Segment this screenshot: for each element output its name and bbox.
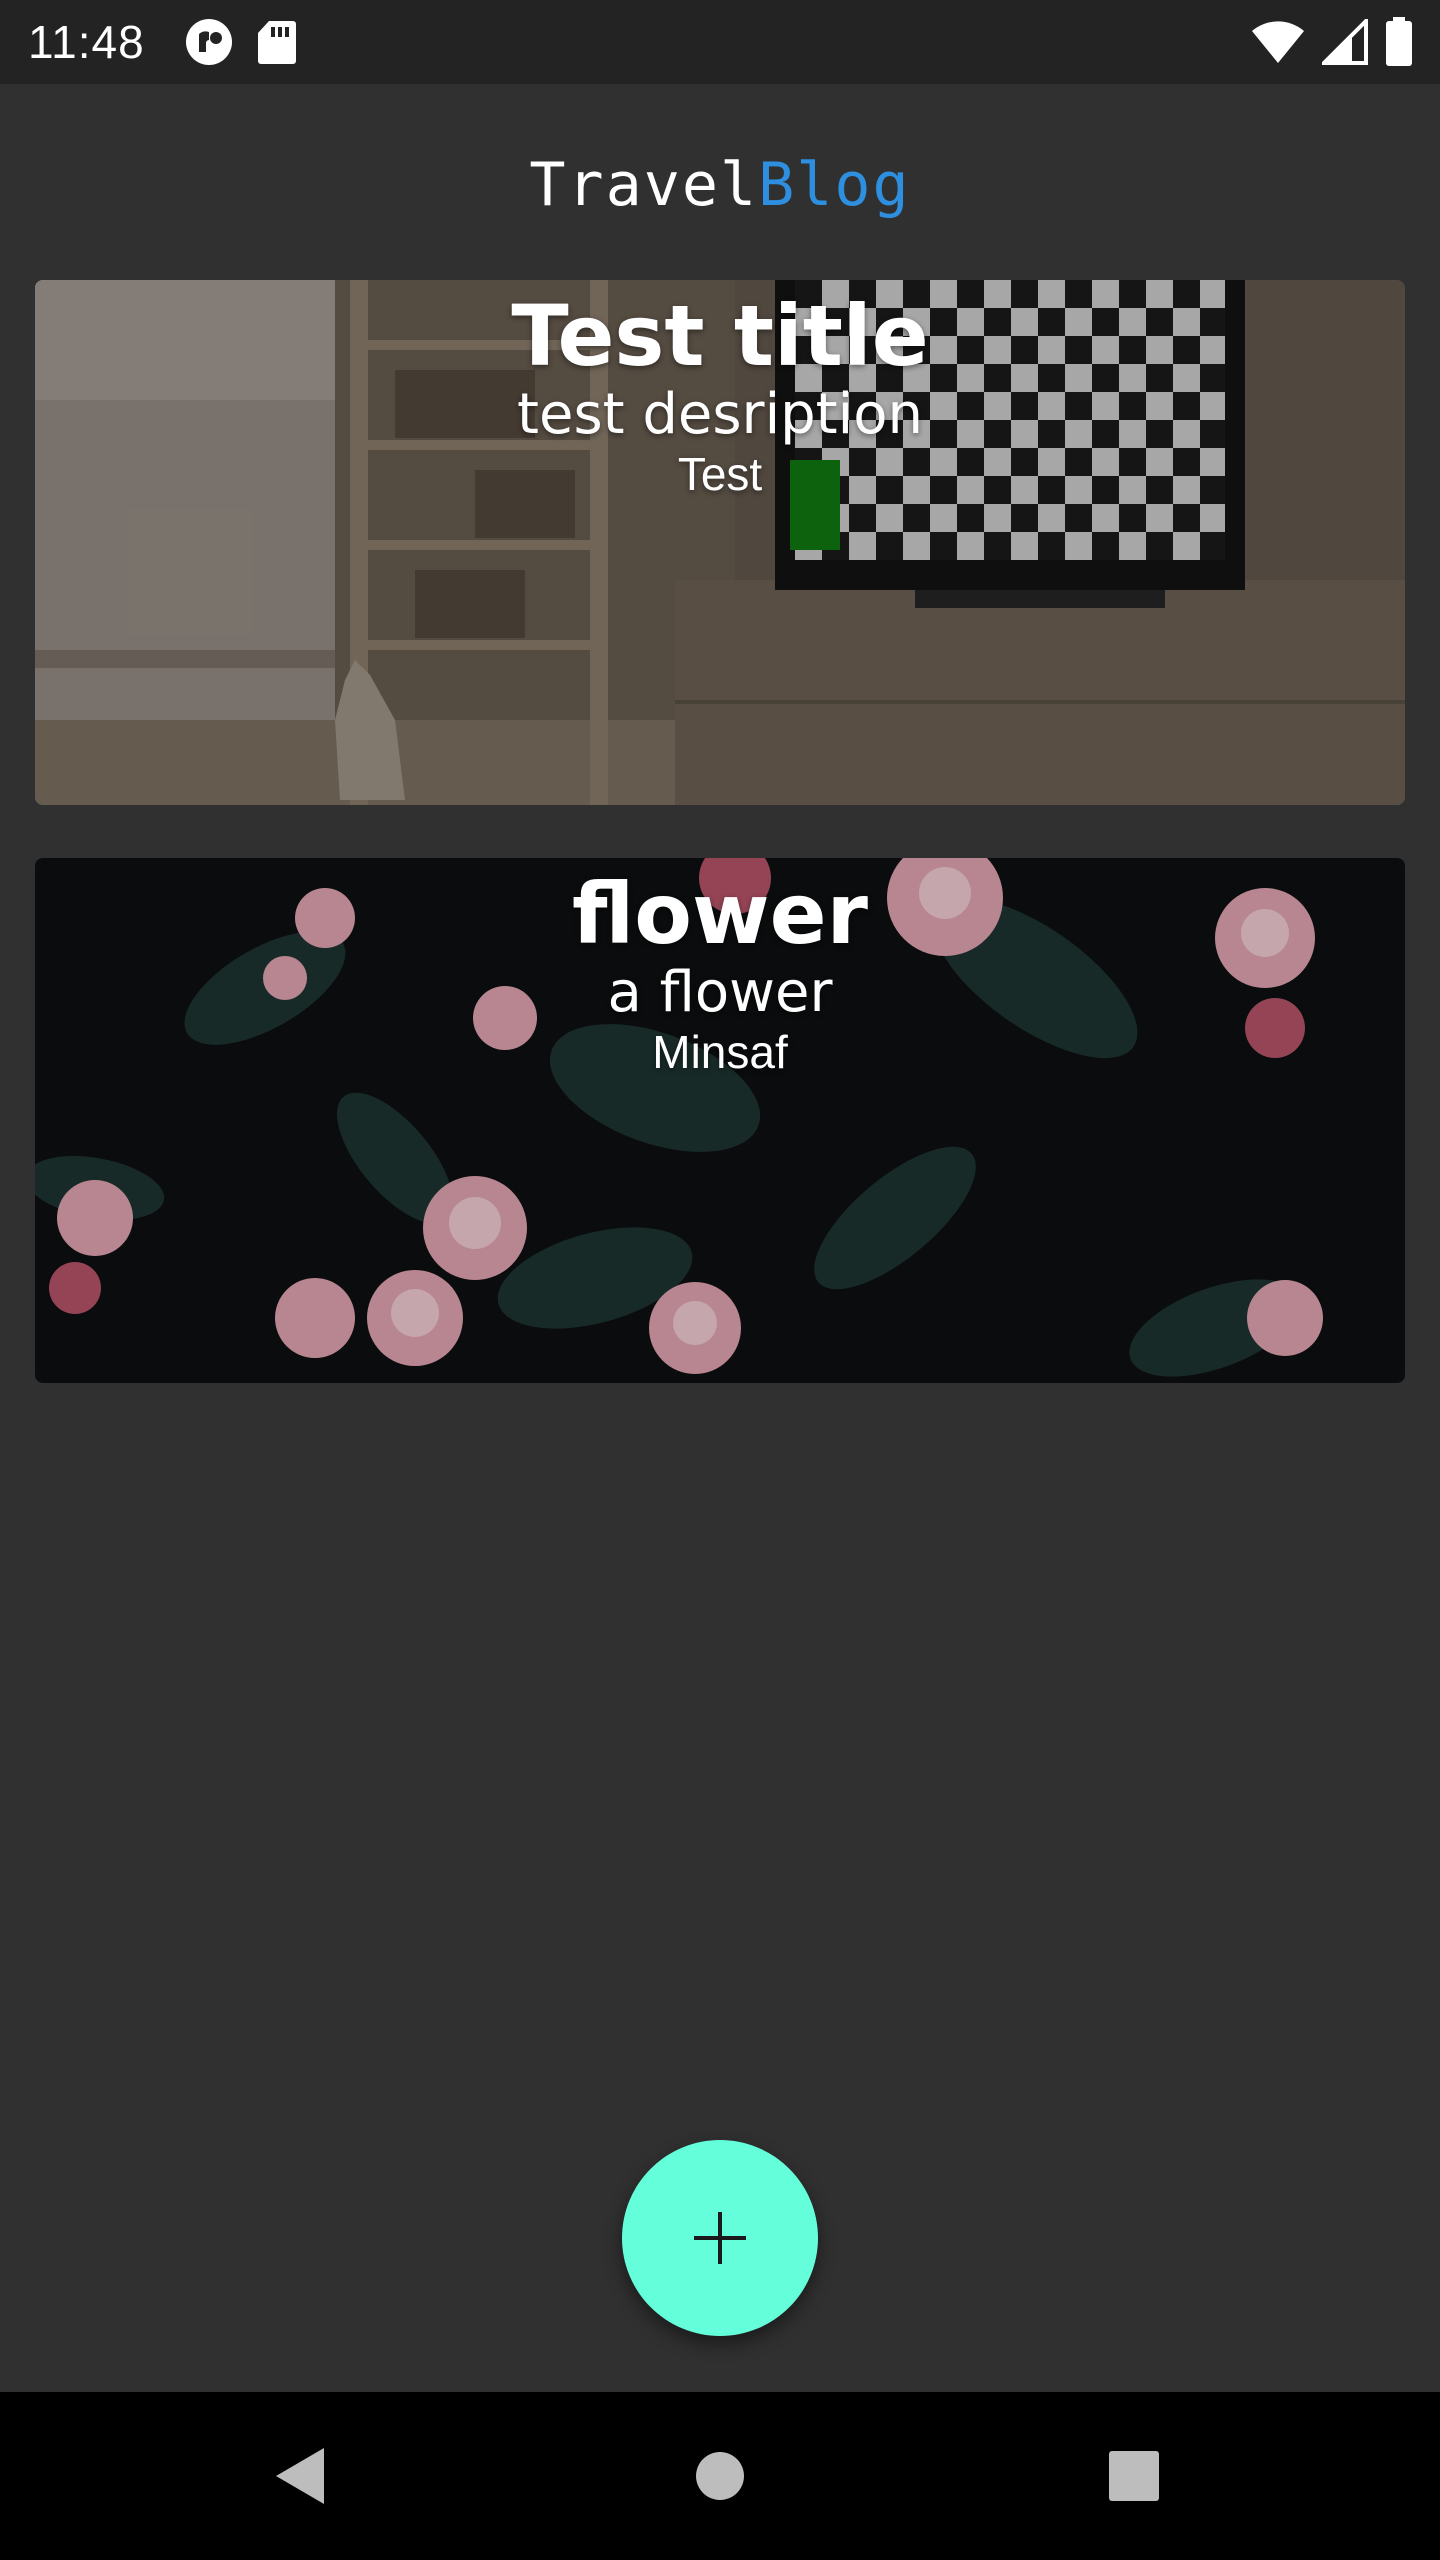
recents-icon <box>1109 2451 1159 2501</box>
home-button[interactable] <box>660 2392 780 2560</box>
back-button[interactable] <box>240 2392 360 2560</box>
status-right-icons <box>1250 0 1414 84</box>
home-icon <box>696 2452 744 2500</box>
post-card[interactable]: Test title test desription Test <box>35 280 1405 805</box>
pocket-casts-icon <box>185 19 232 65</box>
post-title: flower <box>572 865 868 963</box>
post-author: Test <box>677 448 763 500</box>
status-time: 11:48 <box>28 16 145 68</box>
back-icon <box>276 2448 324 2504</box>
sd-card-icon <box>257 21 296 64</box>
cell-signal-icon <box>1322 19 1368 65</box>
add-icon <box>694 2212 746 2264</box>
post-title: Test title <box>511 287 929 385</box>
post-card-text: Test title test desription Test <box>35 288 1405 502</box>
post-card[interactable]: flower a flower Minsaf <box>35 858 1405 1383</box>
navigation-bar <box>0 2392 1440 2560</box>
recents-button[interactable] <box>1074 2392 1194 2560</box>
app-title-blog: Blog <box>758 150 911 220</box>
app-title-travel: Travel <box>529 150 759 220</box>
post-card-text: flower a flower Minsaf <box>35 866 1405 1080</box>
wifi-icon <box>1252 21 1304 63</box>
post-description: a flower <box>607 960 833 1025</box>
app-title: TravelBlog <box>0 150 1440 220</box>
status-bar: 11:48 <box>0 0 1440 84</box>
post-description: test desription <box>517 382 923 447</box>
status-left-icons <box>183 16 297 68</box>
post-author: Minsaf <box>652 1026 788 1078</box>
battery-icon <box>1386 17 1412 66</box>
add-post-button[interactable] <box>622 2140 818 2336</box>
